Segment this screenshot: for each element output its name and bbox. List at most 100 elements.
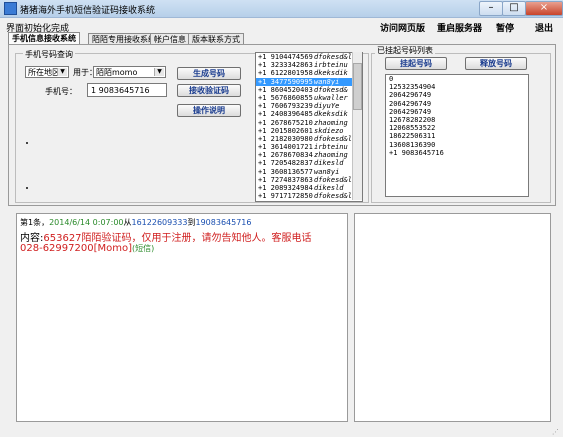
- close-button[interactable]: ×: [525, 1, 563, 16]
- number-list-item[interactable]: +1 2678675210 zhaoming: [256, 119, 362, 127]
- log-index: 第1条，: [20, 218, 50, 227]
- menu-exit[interactable]: 退出: [535, 21, 553, 34]
- side-panel: [354, 213, 551, 422]
- account-name: zhaoming: [314, 118, 348, 127]
- number-list[interactable]: +1 9104474569 dfokesd&l +1 3233342863 irbte…: [255, 52, 363, 202]
- phone-number: +1 3614001721: [258, 143, 313, 152]
- generate-number-button[interactable]: 生成号码: [177, 67, 241, 80]
- phone-number: +1 2408396485: [258, 110, 313, 119]
- account-name: dfokesd&l: [314, 175, 352, 184]
- account-name: zhaoming: [314, 151, 348, 160]
- minimize-button[interactable]: –: [479, 1, 503, 16]
- number-list-item[interactable]: +1 2678670834 zhaoming: [256, 151, 362, 159]
- phone-number: +1 3477590995: [258, 77, 313, 86]
- log-line-header: 第1条，2014/6/14 0:07:00从16122609333到190836…: [20, 217, 252, 228]
- hang-list-item[interactable]: +1 9083645716: [386, 149, 528, 157]
- log-content-line-2: 028-62997200[Momo](短信): [20, 243, 154, 254]
- menu-pause[interactable]: 暂停: [496, 21, 514, 34]
- release-number-button[interactable]: 释放号码: [465, 57, 527, 70]
- account-name: dfokesd&l: [314, 192, 352, 201]
- chevron-down-icon: ▼: [154, 68, 164, 76]
- account-name: dfokesd&: [314, 85, 348, 94]
- number-list-item[interactable]: +1 3233342863 irbteinu: [256, 61, 362, 69]
- hang-list-item[interactable]: 2064296749: [386, 100, 528, 108]
- phone-label: 手机号：: [45, 87, 77, 96]
- account-name: wan8yi: [314, 167, 340, 176]
- number-list-item[interactable]: +1 3608136577 wan8yi: [256, 168, 362, 176]
- phone-number: +1 9104474569: [258, 53, 313, 61]
- region-select[interactable]: 所在地区 ▼: [25, 66, 69, 78]
- phone-number: +1 2182030980: [258, 134, 313, 143]
- hang-list-item[interactable]: 13608136390: [386, 141, 528, 149]
- hang-list[interactable]: 0 12532354904 2064296749 2064296749 20642967…: [385, 74, 529, 197]
- number-list-item[interactable]: +1 8604520403 dfokesd&: [256, 86, 362, 94]
- region-select-value: 所在地区: [28, 68, 60, 77]
- log-to-label: 到: [187, 218, 196, 227]
- purpose-select[interactable]: 陌陌momo ▼: [93, 66, 166, 78]
- number-list-item[interactable]: +1 7205482837 dikesld: [256, 159, 362, 167]
- number-list-item[interactable]: +1 2182030980 dfokesd&l: [256, 135, 362, 143]
- chevron-down-icon: ▼: [57, 68, 67, 76]
- phone-number: +1 5676860855: [258, 93, 313, 102]
- account-name: dfokesd&l: [314, 134, 352, 143]
- phone-number: +1 6122801958: [258, 69, 313, 78]
- hang-list-item[interactable]: 2064296749: [386, 91, 528, 99]
- number-list-item[interactable]: +1 3477590995 wan8yi: [256, 77, 362, 86]
- phone-number: +1 9717172850: [258, 192, 313, 201]
- hang-list-item[interactable]: 12532354904: [386, 83, 528, 91]
- log-tag: (短信): [132, 244, 155, 253]
- hang-list-item[interactable]: 0: [386, 75, 528, 83]
- number-list-item[interactable]: +1 7274837863 dfokesd&l: [256, 176, 362, 184]
- window-title: 猪猪海外手机短信验证码接收系统: [20, 6, 156, 16]
- phone-number: +1 7274837863: [258, 175, 313, 184]
- account-name: irbteinu: [314, 143, 348, 152]
- number-list-item[interactable]: +1 6122801958 dkeksdik: [256, 69, 362, 77]
- dot-marker: [26, 142, 28, 144]
- phone-number: +1 2678670834: [258, 151, 313, 160]
- phone-number: +1 3608136577: [258, 167, 313, 176]
- number-list-item[interactable]: +1 3614001721 irbteinu: [256, 143, 362, 151]
- log-to-number: 19083645716: [195, 218, 252, 227]
- account-name: diyuYe: [314, 102, 340, 111]
- maximize-button[interactable]: □: [502, 1, 526, 16]
- account-name: dfokesd&l: [314, 53, 352, 61]
- number-list-item[interactable]: +1 2089324984 dikesld: [256, 184, 362, 192]
- number-list-item[interactable]: +1 9717172850 dfokesd&l: [256, 192, 362, 200]
- purpose-select-value: 陌陌momo: [96, 68, 138, 77]
- log-from-number: 16122609333: [131, 218, 188, 227]
- menu-restart-server[interactable]: 重启服务器: [437, 21, 482, 34]
- resize-grip-icon[interactable]: ⋰: [552, 428, 561, 436]
- phone-number: +1 2678675210: [258, 118, 313, 127]
- menu-visit-web[interactable]: 访问网页版: [380, 21, 425, 34]
- account-name: dikesld: [314, 159, 344, 168]
- hang-list-item[interactable]: 12678282208: [386, 116, 528, 124]
- account-name: ukwaller: [314, 93, 348, 102]
- number-list-item[interactable]: +1 5676860855 ukwaller: [256, 94, 362, 102]
- account-name: skdiezo: [314, 126, 344, 135]
- number-list-item[interactable]: +1 2015802601 skdiezo: [256, 127, 362, 135]
- phone-number: +1 3233342863: [258, 61, 313, 70]
- hang-list-item[interactable]: 2064296749: [386, 108, 528, 116]
- scrollbar-thumb[interactable]: [353, 63, 362, 110]
- account-name: dikesld: [314, 184, 344, 192]
- hang-number-button[interactable]: 挂起号码: [385, 57, 447, 70]
- hang-list-item[interactable]: 12068553522: [386, 124, 528, 132]
- account-name: wan8yi: [314, 77, 340, 86]
- phone-field[interactable]: 1 9083645716: [87, 83, 167, 97]
- dot-marker: [26, 187, 28, 189]
- log-content-line: 内容:653627陌陌验证码，仅用于注册，请勿告知他人。客服电话: [20, 229, 312, 244]
- hang-group-title: 已挂起号码列表: [375, 45, 435, 56]
- number-list-item[interactable]: +1 7606793239 diyuYe: [256, 102, 362, 110]
- log-content-text-2: 028-62997200[Momo]: [20, 243, 133, 254]
- hang-list-item[interactable]: 18622506311: [386, 132, 528, 140]
- receive-code-button[interactable]: 接收验证码: [177, 84, 241, 97]
- instructions-button[interactable]: 操作说明: [177, 104, 241, 117]
- number-list-item[interactable]: +1 9104474569 dfokesd&l: [256, 53, 362, 61]
- number-list-item[interactable]: +1 2408396485 dkeksdik: [256, 110, 362, 118]
- phone-number: +1 2015802601: [258, 126, 313, 135]
- query-group-title: 手机号码查询: [23, 49, 75, 60]
- phone-number: +1 2089324984: [258, 184, 313, 192]
- message-log: 第1条，2014/6/14 0:07:00从16122609333到190836…: [16, 213, 348, 422]
- log-date: 2014/6/14 0:07:00: [49, 218, 124, 227]
- app-icon: [4, 2, 17, 15]
